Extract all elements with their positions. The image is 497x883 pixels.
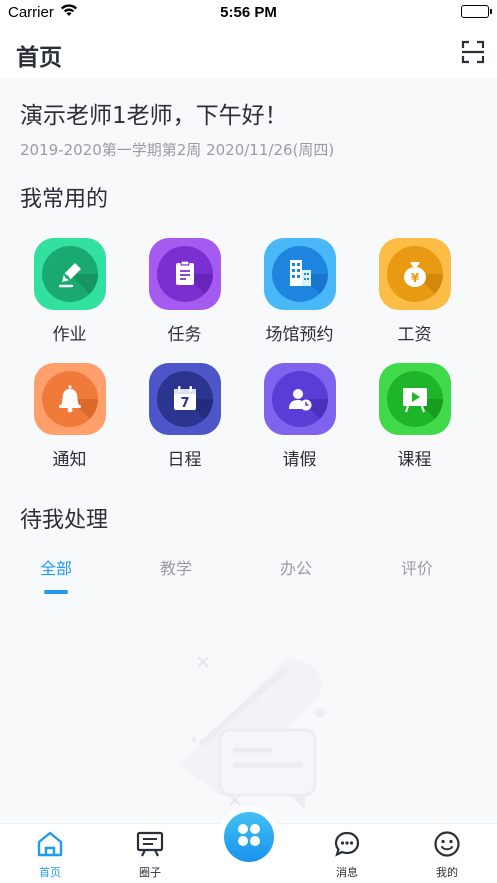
app-label: 作业 (52, 325, 87, 345)
bell-icon (41, 371, 98, 427)
pen-icon (41, 246, 98, 302)
svg-text:¥: ¥ (410, 271, 419, 285)
semester-info: 2019-2020第一学期第2周 2020/11/26(周四) (20, 141, 335, 159)
calendar-day: 7 (180, 396, 189, 411)
play-board-icon (386, 371, 443, 427)
tabbar-circle[interactable]: 圈子 (110, 830, 190, 880)
building-icon (271, 246, 328, 302)
status-bar: Carrier 5:56 PM (0, 0, 497, 26)
tab-teaching[interactable]: 教学 (116, 555, 236, 579)
tabbar-home[interactable]: 首页 (10, 830, 90, 880)
app-label: 通知 (52, 450, 87, 470)
app-course[interactable]: 课程 (357, 363, 472, 470)
clock-time: 5:56 PM (220, 4, 277, 21)
tabbar-label: 圈子 (139, 866, 161, 879)
app-homework[interactable]: 作业 (12, 238, 127, 345)
calendar-icon: 7 (156, 371, 213, 427)
tabbar-label: 我的 (436, 866, 458, 879)
app-leave[interactable]: 请假 (242, 363, 357, 470)
app-venue-booking[interactable]: 场馆预约 (242, 238, 357, 345)
scan-icon[interactable] (461, 40, 485, 64)
chat-icon (333, 831, 361, 862)
tab-office[interactable]: 办公 (236, 555, 356, 579)
home-icon (36, 831, 64, 862)
app-notice[interactable]: 通知 (12, 363, 127, 470)
smile-icon (433, 831, 461, 862)
tab-evaluation[interactable]: 评价 (357, 555, 477, 579)
pending-section-title: 待我处理 (20, 508, 109, 533)
tabbar-label: 消息 (336, 866, 358, 879)
battery-icon (461, 5, 492, 18)
app-label: 课程 (397, 450, 432, 470)
tabbar-mine[interactable]: 我的 (407, 830, 487, 880)
page-title: 首页 (16, 45, 62, 71)
tab-active-indicator (44, 590, 68, 594)
nav-bar: 首页 (0, 26, 497, 78)
board-icon (136, 831, 164, 862)
center-apps-button[interactable] (224, 812, 274, 862)
app-task[interactable]: 任务 (127, 238, 242, 345)
tab-all[interactable]: 全部 (0, 555, 116, 579)
app-label: 请假 (282, 450, 317, 470)
app-label: 日程 (167, 450, 202, 470)
tabbar-label: 首页 (39, 866, 61, 879)
app-label: 场馆预约 (265, 325, 334, 345)
greeting-text: 演示老师1老师，下午好！ (20, 103, 288, 129)
money-bag-icon: ¥ (386, 246, 443, 302)
app-schedule[interactable]: 7 日程 (127, 363, 242, 470)
app-salary[interactable]: ¥ 工资 (357, 238, 472, 345)
empty-state-illustration (160, 645, 340, 820)
app-label: 工资 (397, 325, 432, 345)
frequent-section-title: 我常用的 (20, 187, 109, 212)
tabbar-messages[interactable]: 消息 (307, 830, 387, 880)
pending-tabs: 全部 教学 办公 评价 (0, 555, 497, 600)
app-grid: 作业 任务 场馆预约 ¥ 工资 通知 7 日程 请假 课程 (12, 238, 472, 470)
leave-icon (271, 371, 328, 427)
clipboard-icon (156, 246, 213, 302)
bottom-tab-bar: 首页 圈子 消息 我的 (0, 812, 497, 883)
app-label: 任务 (167, 325, 202, 345)
apps-grid-icon (236, 822, 262, 852)
